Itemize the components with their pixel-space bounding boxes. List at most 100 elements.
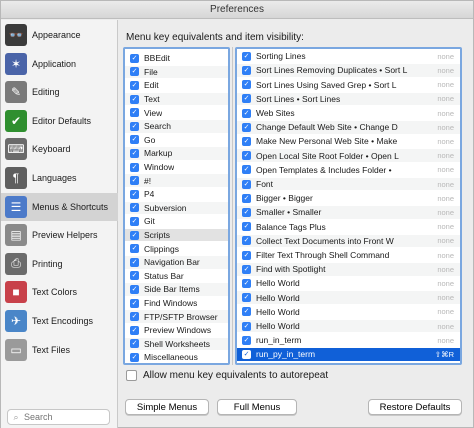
menu-item-row[interactable]: ✓ Web Sites none	[237, 107, 460, 120]
menu-visible-checkbox[interactable]: ✓	[130, 162, 139, 172]
menu-item-row[interactable]: ✓ Filter Text Through Shell Command none	[237, 249, 460, 262]
menu-items-list[interactable]: ✓ Sorting Lines none ✓ Sort Lines Removing D…	[235, 47, 462, 365]
item-visible-checkbox[interactable]: ✓	[242, 278, 251, 288]
menu-visible-checkbox[interactable]: ✓	[130, 121, 139, 131]
menu-row[interactable]: ✓ Side Bar Items	[125, 283, 228, 296]
menu-row[interactable]: ✓ Text	[125, 92, 228, 106]
key-equivalent[interactable]: ⇧⌘R	[435, 350, 454, 359]
menu-item-row[interactable]: ✓ Collect Text Documents into Front W none	[237, 234, 460, 248]
menu-visible-checkbox[interactable]: ✓	[130, 298, 139, 308]
menu-visible-checkbox[interactable]: ✓	[130, 135, 139, 145]
sidebar-item[interactable]: 👓 Appearance	[1, 21, 118, 49]
sidebar-item[interactable]: ■ Text Colors	[1, 278, 118, 306]
menu-item-row[interactable]: ✓ Sort Lines Removing Duplicates • Sort L…	[237, 64, 460, 77]
sidebar-item[interactable]: ▤ Preview Helpers	[1, 221, 118, 249]
search-input[interactable]	[24, 412, 104, 422]
search-field[interactable]: ⌕	[7, 409, 110, 425]
autorepeat-checkbox[interactable]	[126, 370, 137, 381]
menu-row[interactable]: ✓ Preview Windows	[125, 324, 228, 337]
menu-visible-checkbox[interactable]: ✓	[130, 271, 139, 281]
item-visible-checkbox[interactable]: ✓	[242, 293, 251, 303]
menu-visible-checkbox[interactable]: ✓	[130, 148, 139, 158]
menu-item-row[interactable]: ✓ Find with Spotlight none	[237, 263, 460, 276]
key-equivalent[interactable]: none	[437, 66, 454, 75]
key-equivalent[interactable]: none	[437, 236, 454, 245]
menu-visible-checkbox[interactable]: ✓	[130, 80, 139, 90]
menu-row[interactable]: ✓ Markup	[125, 147, 228, 160]
menu-row[interactable]: ✓ View	[125, 106, 228, 119]
item-visible-checkbox[interactable]: ✓	[242, 307, 251, 317]
menu-item-row[interactable]: ✓ Make New Personal Web Site • Make none	[237, 135, 460, 148]
sidebar-item[interactable]: ▭ Text Files	[1, 336, 118, 364]
item-visible-checkbox[interactable]: ✓	[242, 236, 251, 246]
item-visible-checkbox[interactable]: ✓	[242, 108, 251, 118]
menu-row[interactable]: ✓ Status Bar	[125, 270, 228, 283]
menu-visible-checkbox[interactable]: ✓	[130, 67, 139, 77]
menu-row[interactable]: ✓ File	[125, 65, 228, 79]
menu-item-row[interactable]: ✓ Bigger • Bigger none	[237, 192, 460, 205]
menu-item-row[interactable]: ✓ run_in_term none	[237, 334, 460, 347]
item-visible-checkbox[interactable]: ✓	[242, 222, 251, 232]
menu-visible-checkbox[interactable]: ✓	[130, 94, 139, 104]
sidebar-item[interactable]: ⎙ Printing	[1, 250, 118, 278]
key-equivalent[interactable]: none	[437, 180, 454, 189]
item-visible-checkbox[interactable]: ✓	[242, 80, 251, 90]
menu-item-row[interactable]: ✓ Hello World none	[237, 291, 460, 304]
item-visible-checkbox[interactable]: ✓	[242, 179, 251, 189]
key-equivalent[interactable]: none	[437, 80, 454, 89]
key-equivalent[interactable]: none	[437, 279, 454, 288]
item-visible-checkbox[interactable]: ✓	[242, 207, 251, 217]
key-equivalent[interactable]: none	[437, 293, 454, 302]
menu-item-row[interactable]: ✓ Sort Lines • Sort Lines none	[237, 92, 460, 106]
key-equivalent[interactable]: none	[437, 109, 454, 118]
sidebar-item[interactable]: ✈ Text Encodings	[1, 307, 118, 335]
menu-row[interactable]: ✓ Navigation Bar	[125, 256, 228, 269]
menu-row[interactable]: ✓ Search	[125, 120, 228, 133]
restore-defaults-button[interactable]: Restore Defaults	[368, 399, 462, 415]
menu-item-row[interactable]: ✓ Smaller • Smaller none	[237, 206, 460, 219]
key-equivalent[interactable]: none	[437, 336, 454, 345]
item-visible-checkbox[interactable]: ✓	[242, 264, 251, 274]
menu-visible-checkbox[interactable]: ✓	[130, 352, 139, 362]
item-visible-checkbox[interactable]: ✓	[242, 335, 251, 345]
item-visible-checkbox[interactable]: ✓	[242, 349, 251, 359]
menu-visible-checkbox[interactable]: ✓	[130, 230, 139, 240]
menu-item-row[interactable]: ✓ Balance Tags Plus none	[237, 220, 460, 233]
menu-visible-checkbox[interactable]: ✓	[130, 53, 139, 63]
item-visible-checkbox[interactable]: ✓	[242, 151, 251, 161]
sidebar-item[interactable]: ⌨ Keyboard	[1, 135, 118, 163]
key-equivalent[interactable]: none	[437, 194, 454, 203]
menus-list[interactable]: ✓ BBEdit ✓ File ✓ Edit ✓ Text ✓ View ✓ Search ✓ Go ✓ Ma…	[123, 47, 230, 365]
key-equivalent[interactable]: none	[437, 251, 454, 260]
menu-visible-checkbox[interactable]: ✓	[130, 312, 139, 322]
split-divider[interactable]	[232, 47, 233, 365]
item-visible-checkbox[interactable]: ✓	[242, 136, 251, 146]
menu-row[interactable]: ✓ Scripts	[125, 228, 228, 242]
menu-row[interactable]: ✓ Subversion	[125, 201, 228, 215]
menu-visible-checkbox[interactable]: ✓	[130, 284, 139, 294]
menu-visible-checkbox[interactable]: ✓	[130, 203, 139, 213]
menu-row[interactable]: ✓ BBEdit	[125, 52, 228, 65]
menu-row[interactable]: ✓ Go	[125, 134, 228, 147]
menu-row[interactable]: ✓ Clippings	[125, 242, 228, 255]
menu-visible-checkbox[interactable]: ✓	[130, 257, 139, 267]
menu-item-row[interactable]: ✓ Hello World none	[237, 319, 460, 333]
menu-visible-checkbox[interactable]: ✓	[130, 108, 139, 118]
menu-visible-checkbox[interactable]: ✓	[130, 189, 139, 199]
sidebar-item[interactable]: ✔ Editor Defaults	[1, 107, 118, 135]
menu-row[interactable]: ✓ FTP/SFTP Browser	[125, 310, 228, 323]
menu-item-row[interactable]: ✓ Hello World none	[237, 277, 460, 290]
menu-item-row[interactable]: ✓ Open Local Site Root Folder • Open L non…	[237, 149, 460, 162]
menu-row[interactable]: ✓ Shell Worksheets	[125, 337, 228, 351]
menu-row[interactable]: ✓ #!	[125, 174, 228, 187]
key-equivalent[interactable]: none	[437, 208, 454, 217]
menu-visible-checkbox[interactable]: ✓	[130, 325, 139, 335]
menu-item-row[interactable]: ✓ Hello World none	[237, 306, 460, 319]
menu-item-row[interactable]: ✓ Change Default Web Site • Change D none	[237, 121, 460, 134]
menu-visible-checkbox[interactable]: ✓	[130, 176, 139, 186]
key-equivalent[interactable]: none	[437, 94, 454, 103]
menu-item-row[interactable]: ✓ Sorting Lines none	[237, 50, 460, 63]
item-visible-checkbox[interactable]: ✓	[242, 51, 251, 61]
menu-item-row[interactable]: ✓ Font none	[237, 177, 460, 191]
item-visible-checkbox[interactable]: ✓	[242, 122, 251, 132]
